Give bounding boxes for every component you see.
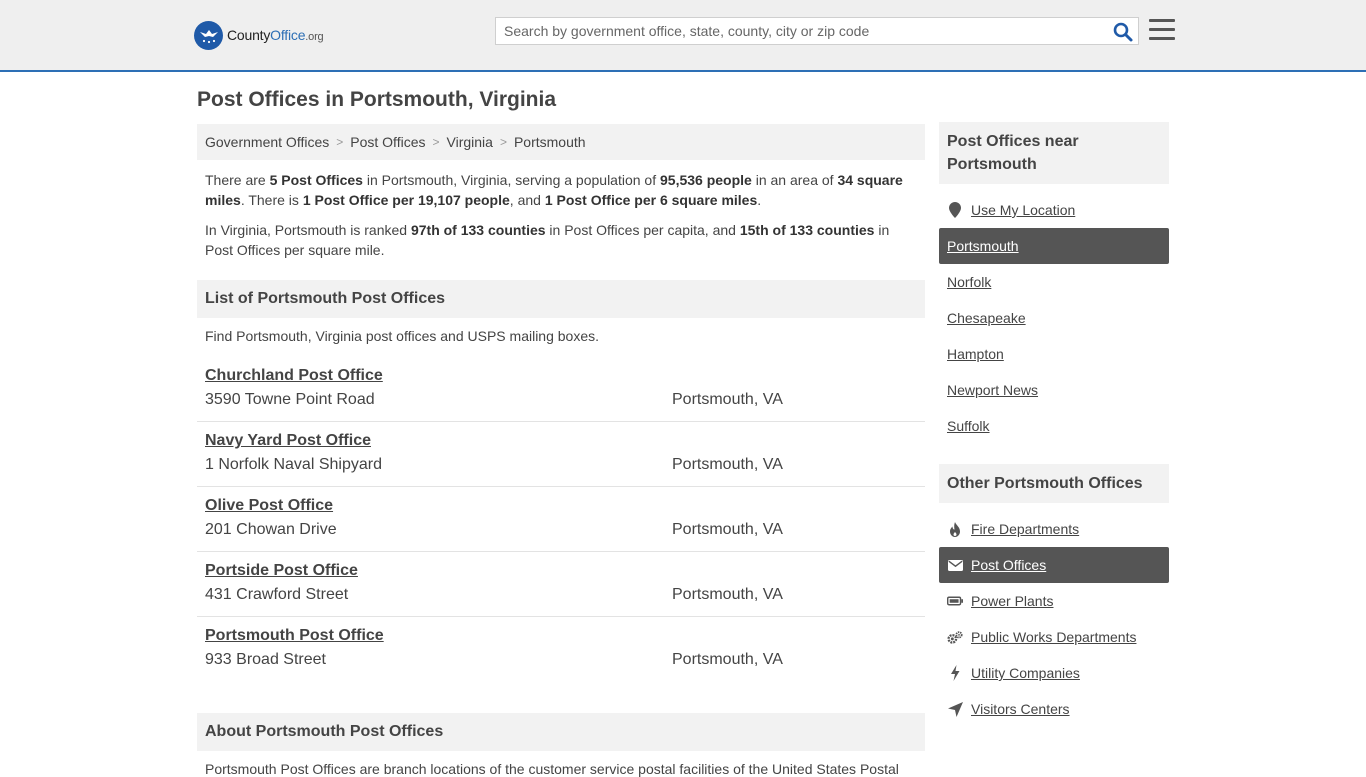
- post-office-address: 3590 Towne Point Road: [205, 391, 375, 408]
- other-item-visitors-centers[interactable]: Visitors Centers: [939, 691, 1169, 727]
- gears-icon: [947, 629, 963, 645]
- breadcrumb: Government Offices > Post Offices > Virg…: [197, 124, 925, 160]
- summary-paragraph: There are 5 Post Offices in Portsmouth, …: [205, 172, 903, 208]
- breadcrumb-portsmouth[interactable]: Portsmouth: [514, 134, 586, 150]
- site-logo[interactable]: CountyOffice.org: [194, 20, 324, 50]
- location-pin-icon: [947, 202, 963, 218]
- nearby-item-hampton[interactable]: Hampton: [939, 336, 1169, 372]
- nearby-item-norfolk[interactable]: Norfolk: [939, 264, 1169, 300]
- use-my-location-label[interactable]: Use My Location: [971, 202, 1075, 218]
- post-office-address: 933 Broad Street: [205, 651, 326, 668]
- list-item: Olive Post Office 201 Chowan Drive Ports…: [197, 487, 925, 552]
- location-arrow-icon: [947, 701, 963, 717]
- other-item-post-offices[interactable]: Post Offices: [939, 547, 1169, 583]
- nearby-item-label[interactable]: Newport News: [947, 382, 1038, 398]
- list-heading: List of Portsmouth Post Offices: [197, 280, 925, 318]
- list-item: Portsmouth Post Office 933 Broad Street …: [197, 617, 925, 682]
- about-heading: About Portsmouth Post Offices: [197, 713, 925, 751]
- post-office-address: 201 Chowan Drive: [205, 521, 337, 538]
- about-paragraph: Portsmouth Post Offices are branch locat…: [205, 761, 899, 777]
- nearby-heading: Post Offices near Portsmouth: [939, 122, 1169, 184]
- other-item-label[interactable]: Post Offices: [971, 557, 1046, 573]
- post-office-city: Portsmouth, VA: [672, 651, 783, 668]
- breadcrumb-separator: >: [432, 135, 440, 149]
- other-item-label[interactable]: Power Plants: [971, 593, 1053, 609]
- search-icon: [1113, 22, 1133, 42]
- other-item-power-plants[interactable]: Power Plants: [939, 583, 1169, 619]
- post-office-list: Churchland Post Office 3590 Towne Point …: [197, 357, 925, 682]
- breadcrumb-separator: >: [336, 135, 344, 149]
- post-office-city: Portsmouth, VA: [672, 456, 783, 473]
- search-bar: [495, 17, 1139, 45]
- ranking-paragraph: In Virginia, Portsmouth is ranked 97th o…: [205, 222, 890, 258]
- post-office-city: Portsmouth, VA: [672, 586, 783, 603]
- other-item-fire-departments[interactable]: Fire Departments: [939, 511, 1169, 547]
- lightning-bolt-icon: [947, 665, 963, 681]
- other-item-public-works[interactable]: Public Works Departments: [939, 619, 1169, 655]
- nearby-item-label[interactable]: Chesapeake: [947, 310, 1026, 326]
- post-office-address: 1 Norfolk Naval Shipyard: [205, 456, 382, 473]
- nearby-item-label[interactable]: Hampton: [947, 346, 1004, 362]
- list-item: Churchland Post Office 3590 Towne Point …: [197, 357, 925, 422]
- post-office-link[interactable]: Portsmouth Post Office: [205, 627, 384, 645]
- other-item-label[interactable]: Utility Companies: [971, 665, 1080, 681]
- search-button[interactable]: [1112, 21, 1134, 43]
- eagle-seal-icon: [194, 20, 223, 50]
- nearby-item-newport-news[interactable]: Newport News: [939, 372, 1169, 408]
- list-intro: Find Portsmouth, Virginia post offices a…: [205, 328, 600, 344]
- post-office-city: Portsmouth, VA: [672, 521, 783, 538]
- use-my-location-link[interactable]: Use My Location: [939, 192, 1169, 228]
- logo-wordmark: CountyOffice.org: [227, 27, 324, 43]
- battery-icon: [947, 593, 963, 609]
- post-office-link[interactable]: Olive Post Office: [205, 497, 333, 515]
- site-header: CountyOffice.org: [0, 0, 1366, 72]
- nearby-item-label[interactable]: Suffolk: [947, 418, 990, 434]
- other-item-label[interactable]: Public Works Departments: [971, 629, 1136, 645]
- envelope-icon: [947, 557, 963, 573]
- nearby-item-suffolk[interactable]: Suffolk: [939, 408, 1169, 444]
- breadcrumb-government-offices[interactable]: Government Offices: [205, 134, 329, 150]
- post-office-city: Portsmouth, VA: [672, 391, 783, 408]
- search-input[interactable]: [496, 18, 1096, 44]
- nearby-item-label[interactable]: Portsmouth: [947, 238, 1019, 254]
- other-offices-heading: Other Portsmouth Offices: [939, 464, 1169, 503]
- hamburger-menu-icon[interactable]: [1149, 19, 1175, 43]
- post-office-address: 431 Crawford Street: [205, 586, 349, 603]
- post-office-link[interactable]: Navy Yard Post Office: [205, 432, 371, 450]
- list-item: Navy Yard Post Office 1 Norfolk Naval Sh…: [197, 422, 925, 487]
- nearby-item-label[interactable]: Norfolk: [947, 274, 991, 290]
- flame-icon: [947, 521, 963, 537]
- other-item-label[interactable]: Fire Departments: [971, 521, 1079, 537]
- other-item-label[interactable]: Visitors Centers: [971, 701, 1070, 717]
- other-item-utility-companies[interactable]: Utility Companies: [939, 655, 1169, 691]
- nearby-item-chesapeake[interactable]: Chesapeake: [939, 300, 1169, 336]
- list-item: Portside Post Office 431 Crawford Street…: [197, 552, 925, 617]
- breadcrumb-separator: >: [499, 135, 507, 149]
- post-office-link[interactable]: Portside Post Office: [205, 562, 358, 580]
- breadcrumb-post-offices[interactable]: Post Offices: [350, 134, 425, 150]
- nearby-item-portsmouth[interactable]: Portsmouth: [939, 228, 1169, 264]
- post-office-link[interactable]: Churchland Post Office: [205, 367, 383, 385]
- breadcrumb-virginia[interactable]: Virginia: [447, 134, 493, 150]
- page-title: Post Offices in Portsmouth, Virginia: [197, 88, 556, 111]
